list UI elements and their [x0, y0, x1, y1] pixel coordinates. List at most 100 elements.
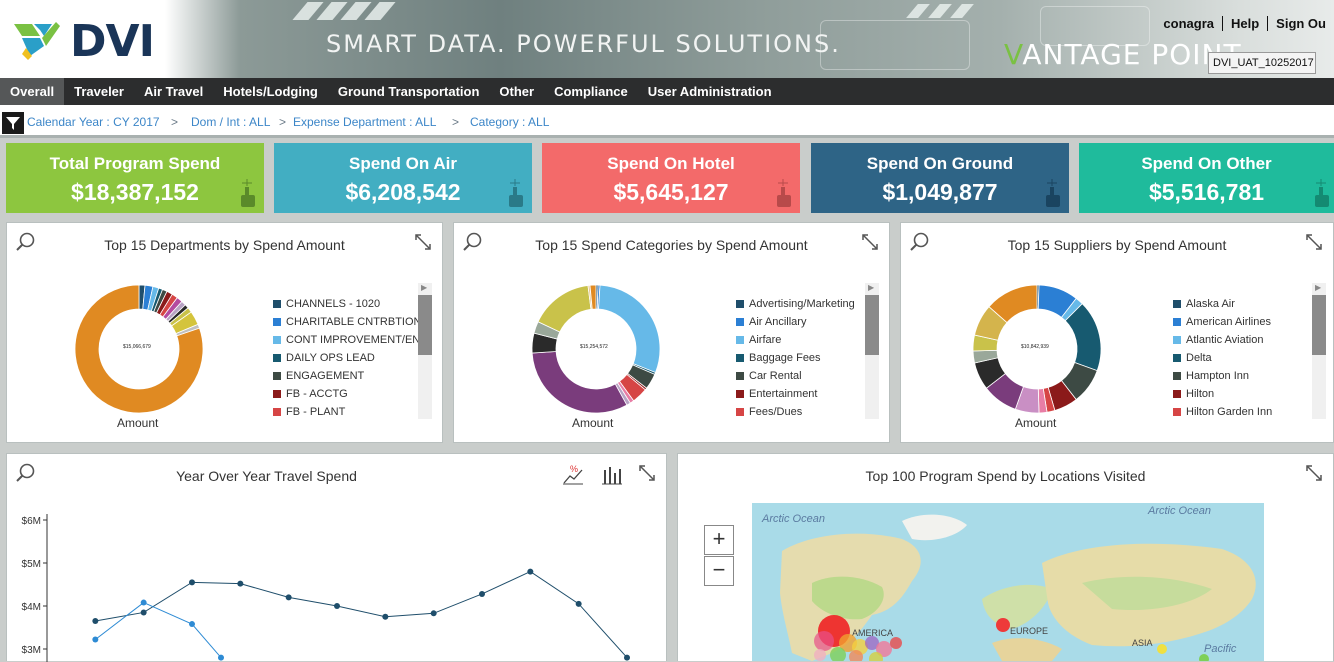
scroll-up-icon[interactable]: ▶ [1315, 283, 1321, 292]
kpi-spend-on-hotel[interactable]: Spend On Hotel $5,645,127 [542, 143, 800, 213]
nav-compliance[interactable]: Compliance [544, 78, 638, 105]
data-point[interactable] [189, 621, 195, 628]
expand-icon[interactable] [414, 233, 432, 251]
zoom-out-button[interactable]: − [704, 556, 734, 586]
nav-ground-transportation[interactable]: Ground Transportation [328, 78, 490, 105]
data-point[interactable] [382, 613, 389, 620]
world-map-canvas[interactable]: Arctic OceanArctic OceanEUROPEAMERICAASI… [752, 503, 1264, 661]
legend-item[interactable]: Baggage Fees [736, 349, 855, 367]
data-point[interactable] [479, 590, 485, 597]
legend-item[interactable]: FB - ACCTG [273, 385, 429, 403]
header-decoration [928, 4, 952, 18]
legend-item[interactable]: Air Ancillary [736, 313, 855, 331]
legend-swatch [736, 372, 744, 380]
data-point[interactable] [189, 579, 195, 586]
donut-slice[interactable] [537, 285, 592, 333]
legend-label: American Airlines [1186, 316, 1271, 328]
legend-item[interactable]: Fees/Dues [736, 403, 855, 421]
world-map[interactable]: Arctic Ocean Arctic Ocean EUROPE AMERICA ASI… [752, 503, 1264, 661]
data-point[interactable] [575, 600, 582, 607]
legend-label: Atlantic Aviation [1186, 334, 1264, 346]
donut-legend: Advertising/Marketing Air Ancillary Airfar… [736, 295, 855, 421]
legend-item[interactable]: Entertainment [736, 385, 855, 403]
series-line[interactable] [95, 601, 222, 658]
nav-air-travel[interactable]: Air Travel [134, 78, 213, 105]
legend-scrollbar[interactable]: ▶ [1312, 283, 1326, 419]
legend-item[interactable]: Hampton Inn [1173, 367, 1272, 385]
legend-item[interactable]: CONT IMPROVEMENT/ENG [273, 331, 429, 349]
data-point[interactable] [218, 654, 224, 661]
scrollbar-thumb[interactable] [1312, 295, 1326, 355]
location-marker[interactable] [996, 618, 1010, 632]
kpi-value: $6,208,542 [345, 179, 461, 205]
legend-label: CHARITABLE CNTRBTION [286, 316, 422, 328]
location-marker[interactable] [1157, 644, 1167, 654]
location-marker[interactable] [890, 637, 902, 649]
legend-item[interactable]: Airfare [736, 331, 855, 349]
legend-item[interactable]: DAILY OPS LEAD [273, 349, 429, 367]
filter-calendar-year[interactable]: Calendar Year : CY 2017 [27, 115, 160, 129]
legend-item[interactable]: Alaska Air [1173, 295, 1272, 313]
kpi-spend-on-ground[interactable]: Spend On Ground $1,049,877 [811, 143, 1069, 213]
nav-hotels-lodging[interactable]: Hotels/Lodging [213, 78, 328, 105]
kpi-spend-on-air[interactable]: Spend On Air $6,208,542 [274, 143, 532, 213]
legend-swatch [273, 408, 281, 416]
data-point[interactable] [527, 568, 534, 575]
scrollbar-thumb[interactable] [865, 295, 879, 355]
data-point[interactable] [334, 603, 340, 609]
legend-scrollbar[interactable]: ▶ [865, 283, 879, 419]
zoom-in-button[interactable]: + [704, 525, 734, 555]
legend-scrollbar[interactable]: ▶ [418, 283, 432, 419]
user-link[interactable]: conagra [1155, 16, 1223, 31]
legend-item[interactable]: FB - PLANT [273, 403, 429, 421]
expand-icon[interactable] [1305, 464, 1323, 482]
legend-label: Delta [1186, 352, 1212, 364]
scroll-up-icon[interactable]: ▶ [421, 283, 427, 292]
legend-item[interactable]: CHANNELS - 1020 [273, 295, 429, 313]
kpi-total-program-spend[interactable]: Total Program Spend $18,387,152 [6, 143, 264, 213]
scrollbar-thumb[interactable] [418, 295, 432, 355]
expand-icon[interactable] [861, 233, 879, 251]
location-marker[interactable] [814, 631, 834, 651]
legend-item[interactable]: Delta [1173, 349, 1272, 367]
data-point[interactable] [624, 654, 630, 661]
legend-item[interactable]: Hilton [1173, 385, 1272, 403]
sign-out-link[interactable]: Sign Ou [1268, 16, 1334, 31]
legend-item[interactable]: CHARITABLE CNTRBTION [273, 313, 429, 331]
scroll-up-icon[interactable]: ▶ [868, 283, 874, 292]
legend-item[interactable]: Hilton Garden Inn [1173, 403, 1272, 421]
data-point[interactable] [92, 636, 99, 643]
nav-other[interactable]: Other [489, 78, 544, 105]
kpi-spend-on-other[interactable]: Spend On Other $5,516,781 [1079, 143, 1334, 213]
donut-slice[interactable] [598, 284, 661, 374]
nav-traveler[interactable]: Traveler [64, 78, 134, 105]
data-point[interactable] [237, 580, 244, 587]
filter-expense-department[interactable]: Expense Department : ALL [293, 115, 436, 129]
data-point[interactable] [285, 594, 292, 601]
donut-legend: Alaska Air American Airlines Atlantic Avia… [1173, 295, 1272, 421]
nav-overall[interactable]: Overall [0, 78, 65, 105]
donut-slice[interactable] [531, 351, 628, 414]
data-point[interactable] [140, 599, 147, 606]
legend-item[interactable]: Atlantic Aviation [1173, 331, 1272, 349]
nav-user-administration[interactable]: User Administration [638, 78, 782, 105]
legend-item[interactable]: American Airlines [1173, 313, 1272, 331]
expand-icon[interactable] [1305, 233, 1323, 251]
filter-dom-int[interactable]: Dom / Int : ALL [191, 115, 270, 129]
app-header: DVI SMART DATA. POWERFUL SOLUTIONS. VANT… [0, 0, 1334, 78]
location-marker[interactable] [1199, 654, 1209, 661]
legend-item[interactable]: ENGAGEMENT [273, 367, 429, 385]
data-point[interactable] [430, 610, 437, 617]
data-point[interactable] [140, 609, 147, 616]
donut-axis-label: Amount [117, 416, 159, 430]
series-line[interactable] [95, 571, 628, 658]
location-marker[interactable] [814, 649, 826, 661]
legend-item[interactable]: Car Rental [736, 367, 855, 385]
yoy-line-chart[interactable]: $6M $5M $4M $3M [7, 454, 666, 662]
help-link[interactable]: Help [1223, 16, 1269, 31]
data-point[interactable] [92, 618, 99, 625]
dvi-logo[interactable]: DVI [14, 16, 174, 67]
legend-item[interactable]: Advertising/Marketing [736, 295, 855, 313]
filter-button[interactable] [2, 112, 24, 134]
filter-category[interactable]: Category : ALL [470, 115, 549, 129]
